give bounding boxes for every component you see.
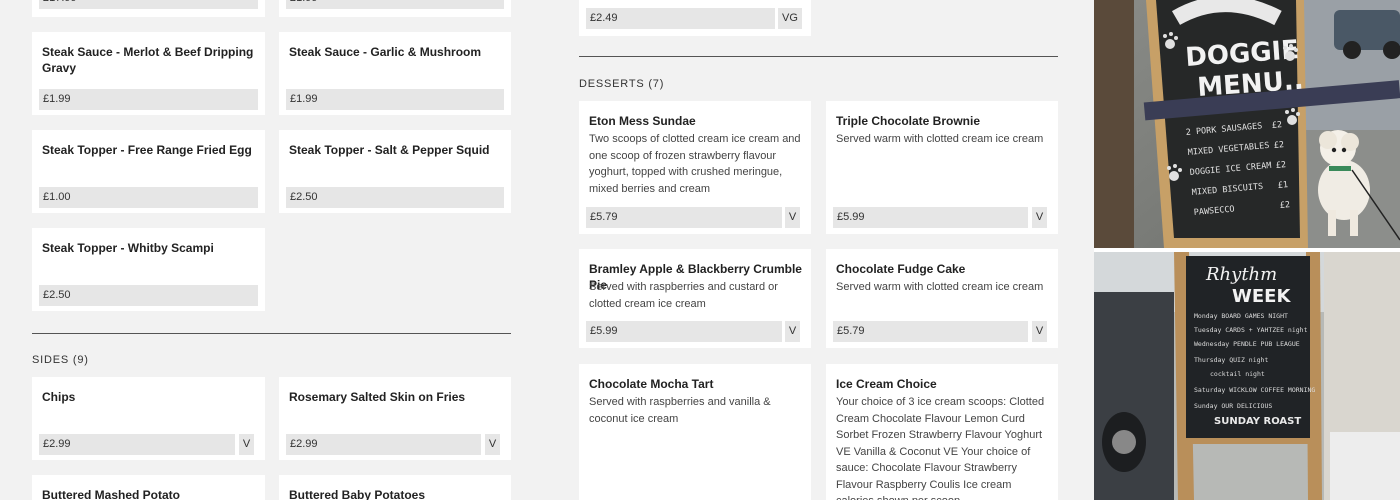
item-price: £5.79 bbox=[833, 321, 1028, 342]
menu-item-card[interactable]: Steak Topper - Whitby Scampi £2.50 bbox=[32, 228, 265, 311]
menu-item-card[interactable]: Rosemary Salted Skin on Fries £2.99 V bbox=[279, 377, 511, 460]
menu-item-card[interactable]: Ice Cream Choice Your choice of 3 ice cr… bbox=[826, 364, 1058, 500]
section-heading-sides: SIDES (9) bbox=[32, 354, 89, 366]
item-price: £17.99 bbox=[39, 0, 258, 9]
doggie-menu-illustration: DOGGIE MENU.. 2 PORK SAUSAGES £2 MIXED V… bbox=[1094, 0, 1400, 248]
rhythm-line: Monday BOARD GAMES NIGHT bbox=[1194, 312, 1288, 320]
section-heading-desserts: DESSERTS (7) bbox=[579, 78, 665, 90]
item-description: Served with raspberries and custard or c… bbox=[589, 281, 778, 310]
item-description: Your choice of 3 ice cream scoops: Clott… bbox=[836, 396, 1045, 500]
item-name: Buttered Mashed Potato bbox=[42, 488, 181, 500]
rhythm-line: Saturday WICKLOW COFFEE MORNING bbox=[1194, 386, 1315, 394]
item-name: Steak Topper - Whitby Scampi bbox=[42, 241, 214, 255]
section-divider bbox=[32, 333, 511, 334]
item-price: £2.99 bbox=[39, 434, 235, 455]
item-name: Chocolate Fudge Cake bbox=[836, 262, 966, 276]
dietary-badge: V bbox=[239, 434, 254, 455]
menu-item-card[interactable]: £17.99 bbox=[32, 0, 265, 17]
rhythm-line: Wednesday PENDLE PUB LEAGUE bbox=[1194, 340, 1300, 348]
item-description: Served warm with clotted cream ice cream bbox=[836, 133, 1044, 145]
item-name: Eton Mess Sundae bbox=[589, 114, 696, 128]
rhythm-title-line1: Rhythm bbox=[1205, 264, 1277, 285]
dietary-badge: VG bbox=[778, 8, 802, 29]
rhythm-line: cocktail night bbox=[1210, 370, 1265, 378]
rhythm-roast: SUNDAY ROAST bbox=[1214, 416, 1301, 427]
item-description: Served with raspberries and vanilla & co… bbox=[589, 396, 771, 425]
item-price: £2.49 bbox=[586, 8, 775, 29]
doggie-menu-photo[interactable]: DOGGIE MENU.. 2 PORK SAUSAGES £2 MIXED V… bbox=[1094, 0, 1400, 248]
item-price: £1.99 bbox=[286, 0, 504, 9]
item-name: Ice Cream Choice bbox=[836, 377, 937, 391]
dietary-badge: V bbox=[1032, 321, 1047, 342]
rhythm-board-illustration: Rhythm WEEK Monday BOARD GAMES NIGHT Tue… bbox=[1094, 252, 1400, 500]
item-description: Two scoops of clotted cream ice cream an… bbox=[589, 133, 801, 195]
item-price: £1.99 bbox=[286, 89, 504, 110]
rhythm-of-the-week-photo[interactable]: Rhythm WEEK Monday BOARD GAMES NIGHT Tue… bbox=[1094, 252, 1400, 500]
doggie-row-price: £2 bbox=[1279, 200, 1290, 211]
item-price: £5.99 bbox=[833, 207, 1028, 228]
dietary-badge: V bbox=[1032, 207, 1047, 228]
doggie-row-price: £1 bbox=[1277, 180, 1288, 191]
menu-item-card[interactable]: Chips £2.99 V bbox=[32, 377, 265, 460]
dietary-badge: V bbox=[785, 321, 800, 342]
item-name: Steak Sauce - Merlot & Beef Dripping Gra… bbox=[42, 45, 254, 75]
rhythm-line: Sunday OUR DELICIOUS bbox=[1194, 402, 1272, 410]
item-price: £2.50 bbox=[286, 187, 504, 208]
item-name: Triple Chocolate Brownie bbox=[836, 114, 981, 128]
menu-item-card[interactable]: £2.49 VG bbox=[579, 0, 811, 36]
menu-left-column: £17.99 £1.99 Steak Sauce - Merlot & Beef… bbox=[0, 0, 544, 500]
item-price: £5.79 bbox=[586, 207, 782, 228]
rhythm-line: Thursday QUIZ night bbox=[1194, 356, 1268, 364]
menu-middle-column: £2.49 VG DESSERTS (7) Eton Mess Sundae T… bbox=[546, 0, 1092, 500]
menu-item-card[interactable]: £1.99 bbox=[279, 0, 511, 17]
menu-item-card[interactable]: Chocolate Fudge Cake Served warm with cl… bbox=[826, 249, 1058, 348]
menu-item-card[interactable]: Steak Sauce - Merlot & Beef Dripping Gra… bbox=[32, 32, 265, 115]
item-price: £1.00 bbox=[39, 187, 258, 208]
rhythm-title-line2: WEEK bbox=[1232, 286, 1291, 307]
doggie-row-price: £2 bbox=[1273, 140, 1284, 151]
item-price: £2.50 bbox=[39, 285, 258, 306]
item-name: Steak Sauce - Garlic & Mushroom bbox=[289, 45, 482, 59]
menu-item-card[interactable]: Triple Chocolate Brownie Served warm wit… bbox=[826, 101, 1058, 234]
menu-item-card[interactable]: Eton Mess Sundae Two scoops of clotted c… bbox=[579, 101, 811, 234]
menu-item-card[interactable]: Steak Topper - Free Range Fried Egg £1.0… bbox=[32, 130, 265, 213]
item-description: Served warm with clotted cream ice cream bbox=[836, 281, 1044, 293]
item-name: Steak Topper - Salt & Pepper Squid bbox=[289, 143, 490, 157]
menu-item-card[interactable]: Steak Topper - Salt & Pepper Squid £2.50 bbox=[279, 130, 511, 213]
menu-item-card[interactable]: Buttered Baby Potatoes bbox=[279, 475, 511, 500]
section-divider bbox=[579, 56, 1058, 57]
item-price: £1.99 bbox=[39, 89, 258, 110]
item-name: Rosemary Salted Skin on Fries bbox=[289, 390, 466, 404]
doggie-row-price: £2 bbox=[1271, 120, 1282, 131]
rhythm-line: Tuesday CARDS + YAHTZEE night bbox=[1194, 326, 1308, 334]
item-name: Buttered Baby Potatoes bbox=[289, 488, 426, 500]
item-name: Chocolate Mocha Tart bbox=[589, 377, 714, 391]
dietary-badge: V bbox=[785, 207, 800, 228]
dietary-badge: V bbox=[485, 434, 500, 455]
item-price: £5.99 bbox=[586, 321, 782, 342]
menu-item-card[interactable]: Steak Sauce - Garlic & Mushroom £1.99 bbox=[279, 32, 511, 115]
item-name: Steak Topper - Free Range Fried Egg bbox=[42, 143, 252, 157]
doggie-row-price: £2 bbox=[1275, 160, 1286, 171]
photo-gallery: DOGGIE MENU.. 2 PORK SAUSAGES £2 MIXED V… bbox=[1094, 0, 1400, 500]
menu-item-card[interactable]: Bramley Apple & Blackberry Crumble Pie S… bbox=[579, 249, 811, 348]
item-name: Chips bbox=[42, 390, 76, 404]
menu-item-card[interactable]: Buttered Mashed Potato bbox=[32, 475, 265, 500]
menu-item-card[interactable]: Chocolate Mocha Tart Served with raspber… bbox=[579, 364, 811, 500]
item-price: £2.99 bbox=[286, 434, 481, 455]
